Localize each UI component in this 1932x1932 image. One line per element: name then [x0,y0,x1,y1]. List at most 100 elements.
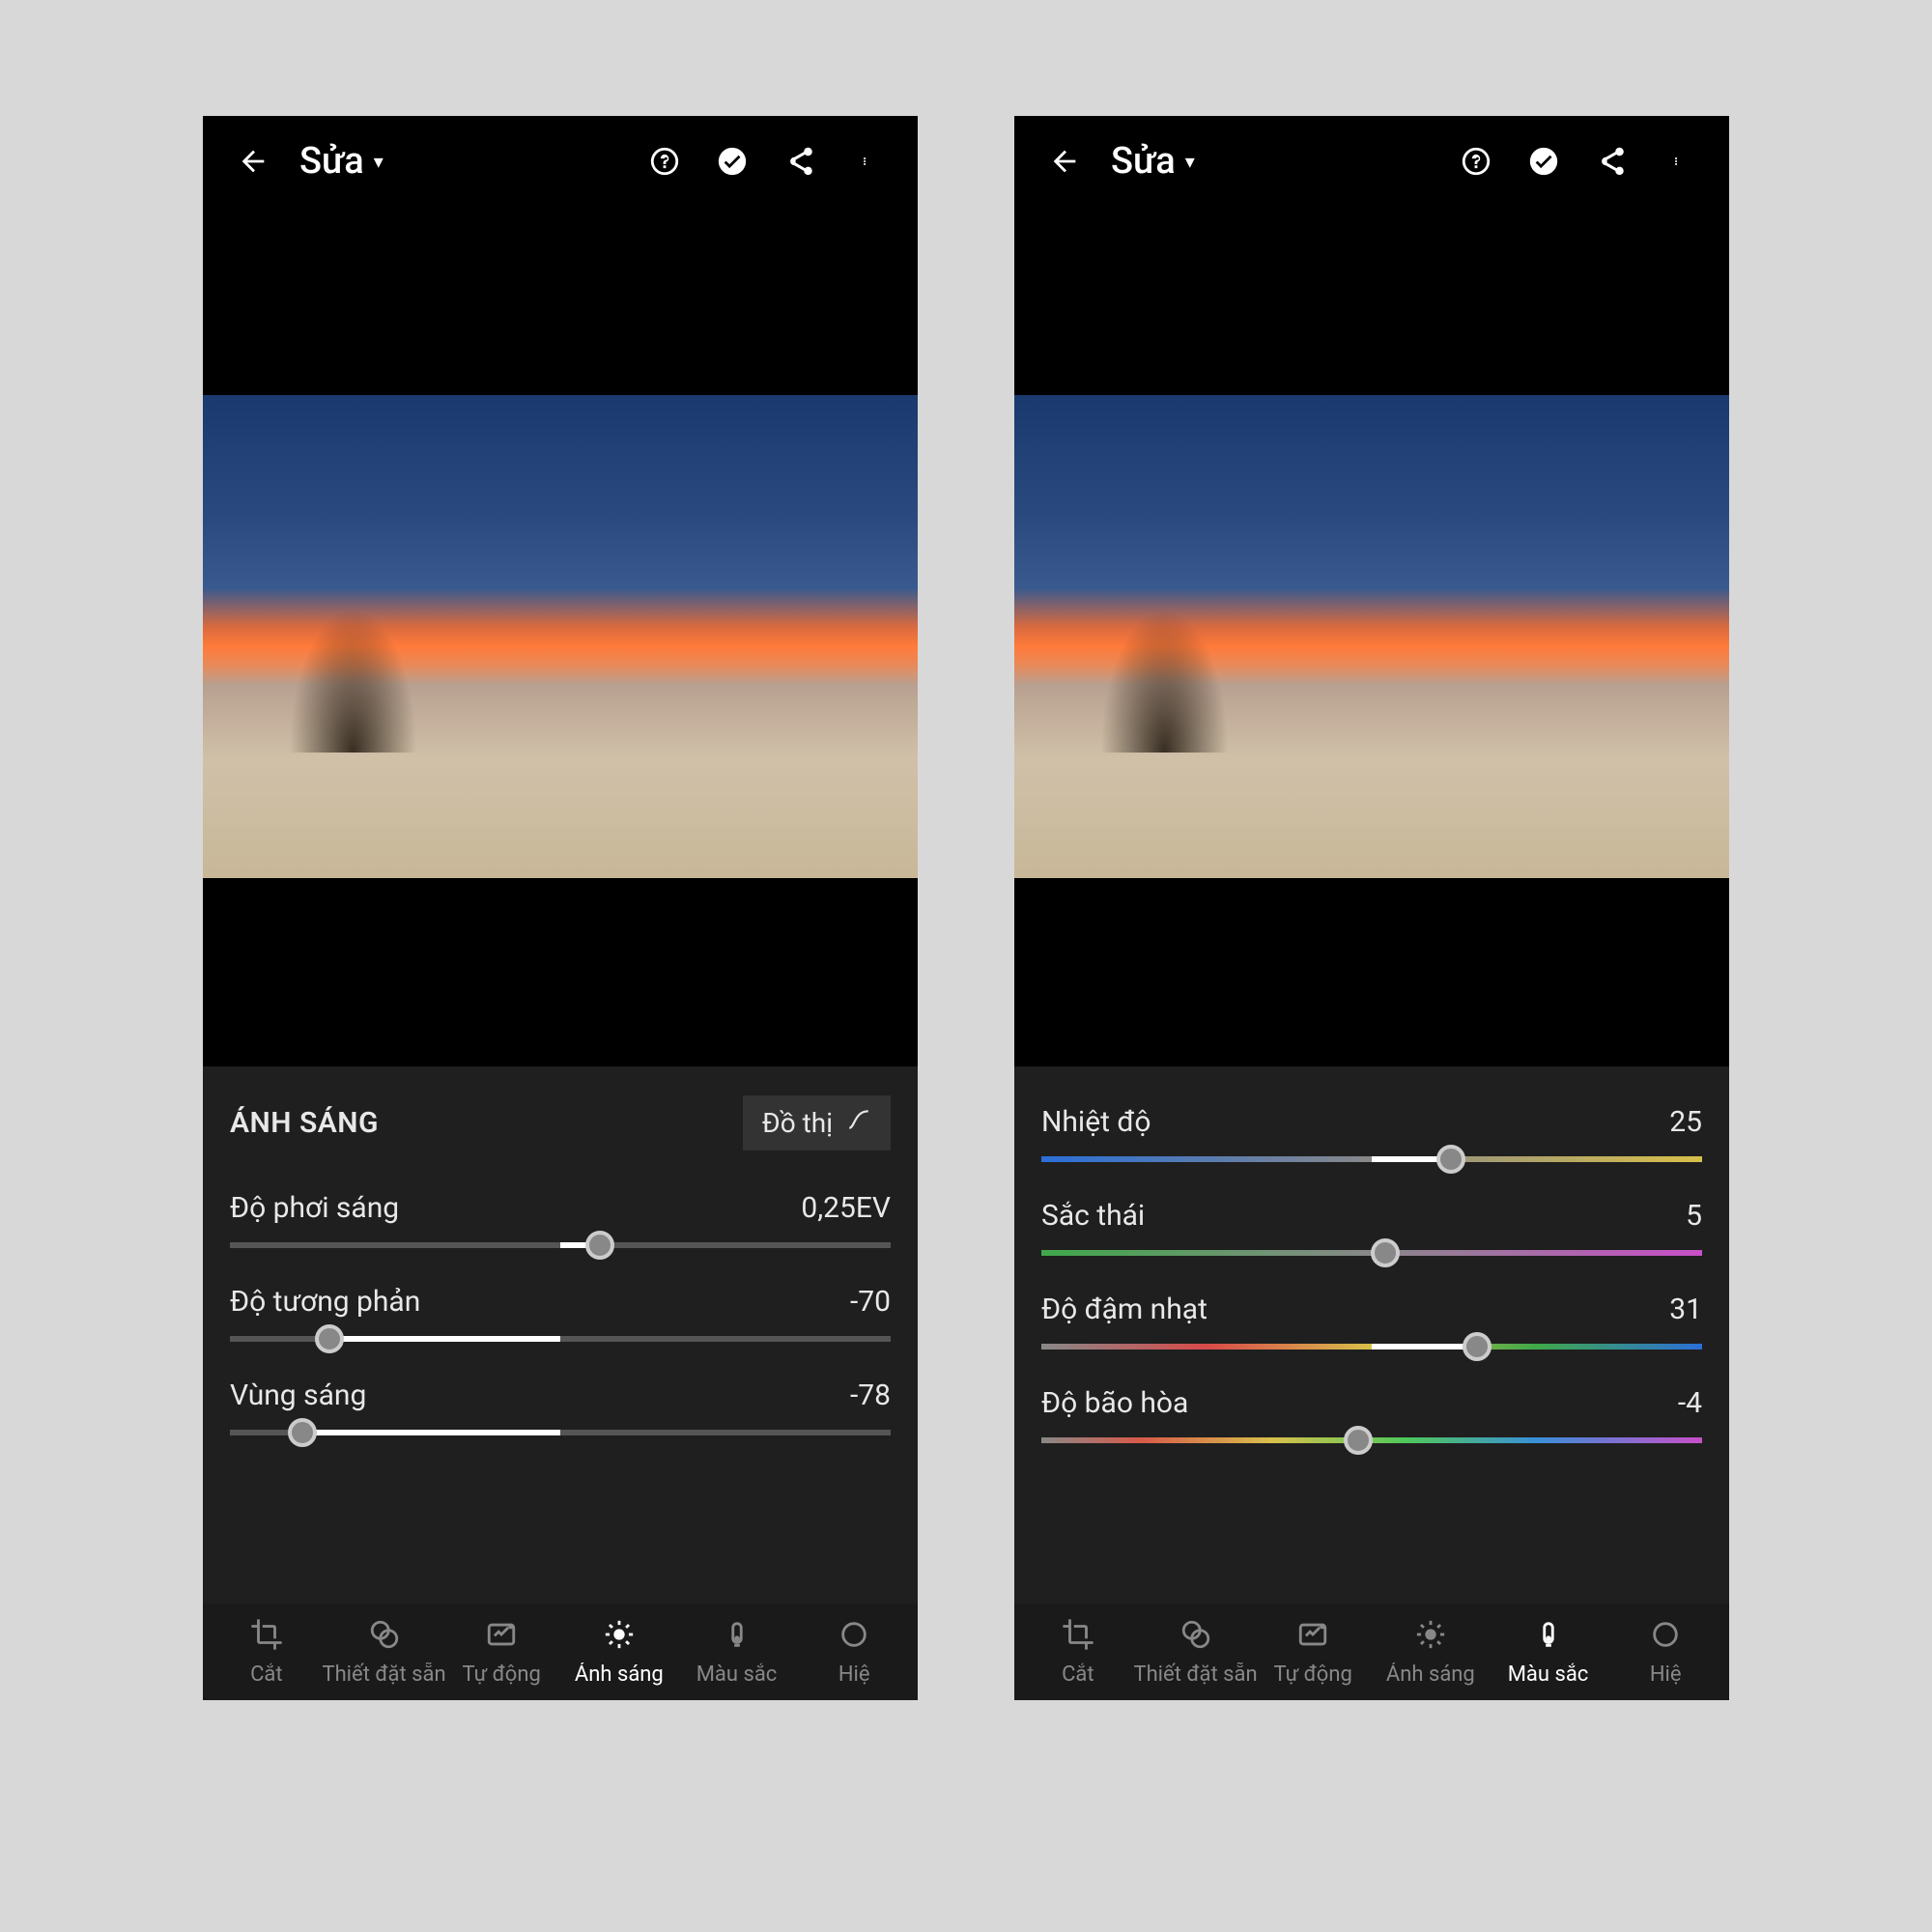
slider-value: -4 [1678,1386,1702,1420]
bottom-tabs: Cắt Thiết đặt sẵnTự động Ánh sáng Màu sắc Hi… [1014,1604,1729,1700]
auto-icon [485,1618,518,1657]
light-panel: ÁNH SÁNG Đồ thị Độ phơi sáng 0,25EV Độ tươ… [203,1066,918,1604]
crop-icon [1062,1618,1094,1657]
help-button[interactable] [1455,140,1497,183]
tab-light[interactable]: Ánh sáng [561,1618,677,1687]
tab-label: Ánh sáng [575,1662,664,1687]
slider-fill [329,1336,560,1342]
color-icon [1532,1618,1565,1657]
slider-value: 5 [1686,1199,1702,1233]
back-button[interactable] [1043,140,1086,183]
panel-title: ÁNH SÁNG [230,1106,379,1140]
share-button[interactable] [1590,140,1633,183]
curve-button[interactable]: Đồ thị [743,1095,891,1151]
slider-thumb[interactable] [1344,1426,1373,1455]
slider-row: Độ phơi sáng 0,25EV [230,1176,891,1269]
slider-value: 0,25EV [801,1191,891,1225]
slider-thumb[interactable] [1436,1145,1465,1174]
tab-label: Hiệ [1650,1662,1682,1687]
tab-effect[interactable]: Hiệ [1607,1618,1723,1687]
slider-row: Độ đậm nhạt 31 [1041,1277,1702,1371]
page-title[interactable]: Sửa ▾ [299,140,384,183]
slider-thumb[interactable] [1371,1238,1400,1267]
tab-presets[interactable]: Thiết đặt sẵn [1138,1618,1254,1687]
tab-label: Màu sắc [696,1662,778,1687]
topbar: Sửa ▾ [203,116,918,207]
slider-row: Sắc thái5 [1041,1183,1702,1277]
slider-label: Độ đậm nhạt [1041,1293,1208,1326]
auto-icon [1296,1618,1329,1657]
slider-fill [1372,1344,1477,1350]
slider-track[interactable] [1041,1156,1702,1162]
tab-label: Cắt [1062,1662,1094,1687]
help-button[interactable] [643,140,686,183]
more-button[interactable] [1658,140,1700,183]
tab-color[interactable]: Màu sắc [679,1618,795,1687]
slider-label: Độ tương phản [230,1285,420,1319]
slider-value: -78 [850,1378,891,1412]
slider-label: Độ bão hòa [1041,1386,1188,1420]
panel-header: ÁNH SÁNG Đồ thị [230,1095,891,1151]
slider-label: Độ phơi sáng [230,1191,399,1225]
color-panel: Nhiệt độ 25 Sắc thái5 Độ đậm nhạt 31 Độ bão h… [1014,1066,1729,1604]
caret-down-icon: ▾ [374,150,384,173]
color-icon [721,1618,753,1657]
more-button[interactable] [846,140,889,183]
back-button[interactable] [232,140,274,183]
tab-label: Tự động [462,1662,540,1687]
slider-row: Độ bão hòa -4 [1041,1371,1702,1464]
photo-preview-area[interactable] [203,207,918,1066]
slider-row: Vùng sáng-78 [230,1363,891,1457]
curve-label: Đồ thị [762,1107,833,1139]
tab-effect[interactable]: Hiệ [796,1618,912,1687]
slider-row: Nhiệt độ 25 [1041,1095,1702,1183]
tab-label: Thiết đặt sẵn [322,1662,445,1687]
slider-value: -70 [850,1285,891,1319]
slider-thumb[interactable] [315,1324,344,1353]
effect-icon [1649,1618,1682,1657]
tab-auto[interactable]: Tự động [443,1618,559,1687]
tab-crop[interactable]: Cắt [1020,1618,1136,1687]
caret-down-icon: ▾ [1185,150,1195,173]
crop-icon [250,1618,283,1657]
slider-track[interactable] [1041,1437,1702,1443]
photo-preview [203,395,918,878]
tab-presets[interactable]: Thiết đặt sẵn [327,1618,442,1687]
tab-label: Thiết đặt sẵn [1133,1662,1257,1687]
confirm-button[interactable] [1522,140,1565,183]
title-label: Sửa [299,140,364,183]
tab-label: Cắt [250,1662,282,1687]
tab-auto[interactable]: Tự động [1255,1618,1371,1687]
slider-label: Nhiệt độ [1041,1105,1151,1139]
share-button[interactable] [779,140,821,183]
title-label: Sửa [1111,140,1176,183]
tab-crop[interactable]: Cắt [209,1618,325,1687]
tab-label: Hiệ [838,1662,870,1687]
slider-track[interactable] [230,1242,891,1248]
slider-track[interactable] [230,1336,891,1342]
preset-icon [368,1618,401,1657]
slider-thumb[interactable] [1463,1332,1492,1361]
light-icon [1414,1618,1447,1657]
tab-color[interactable]: Màu sắc [1491,1618,1606,1687]
tab-label: Màu sắc [1508,1662,1589,1687]
photo-preview-area[interactable] [1014,207,1729,1066]
curve-icon [846,1107,871,1139]
tab-light[interactable]: Ánh sáng [1373,1618,1489,1687]
bottom-tabs: Cắt Thiết đặt sẵn Tự động Ánh sáng Màu sắc Hi… [203,1604,918,1700]
slider-thumb[interactable] [288,1418,317,1447]
page-title[interactable]: Sửa ▾ [1111,140,1195,183]
slider-value: 31 [1669,1293,1702,1326]
phone-left: Sửa ▾ ÁNH SÁNG Đồ thị Độ phơi sán [203,116,918,1700]
slider-value: 25 [1669,1105,1702,1139]
slider-track[interactable] [1041,1250,1702,1256]
tab-label: Ánh sáng [1386,1662,1475,1687]
slider-row: Độ tương phản -70 [230,1269,891,1363]
photo-preview [1014,395,1729,878]
confirm-button[interactable] [711,140,753,183]
slider-track[interactable] [1041,1344,1702,1350]
slider-track[interactable] [230,1430,891,1435]
slider-thumb[interactable] [585,1231,614,1260]
slider-fill [302,1430,560,1435]
light-icon [603,1618,636,1657]
